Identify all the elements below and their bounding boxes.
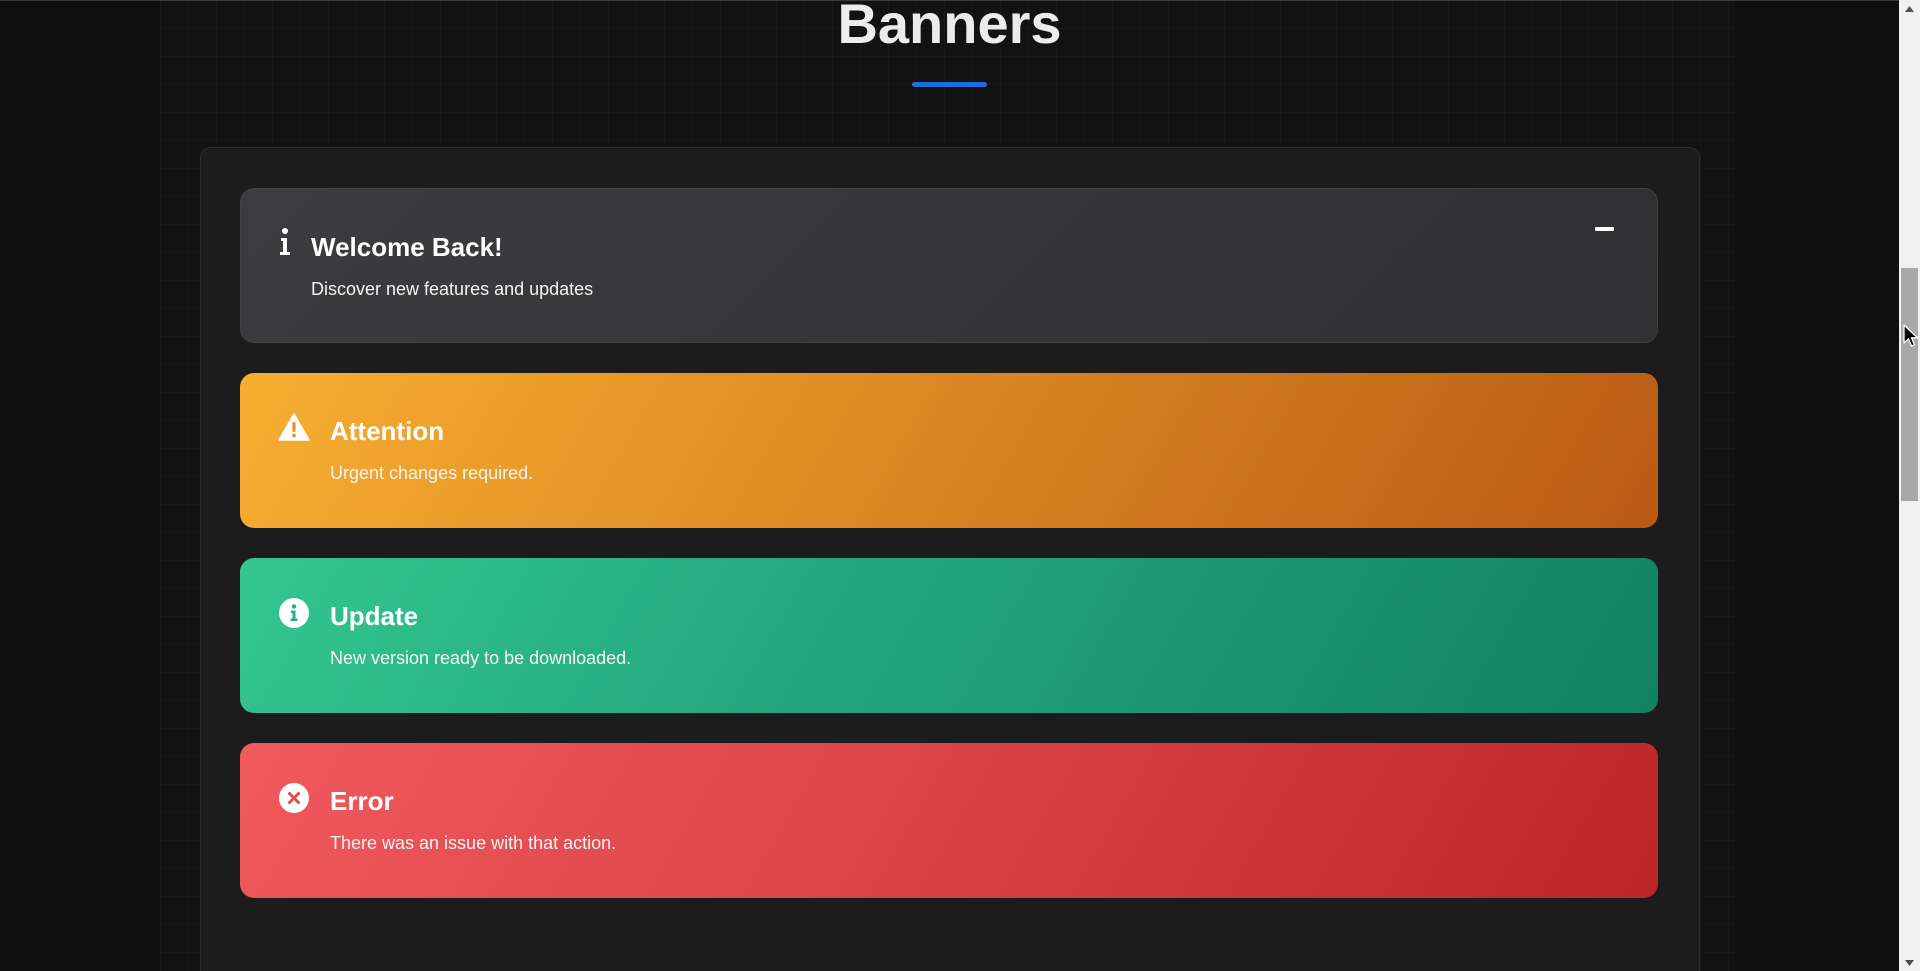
page-viewport: Banners Welcome Back! Discover new featu…	[0, 0, 1899, 971]
banner-message: New version ready to be downloaded.	[330, 648, 632, 668]
scrollbar-thumb[interactable]	[1901, 268, 1918, 501]
minimize-button[interactable]	[1589, 217, 1619, 241]
title-underline	[912, 82, 987, 87]
banner-message: Urgent changes required.	[330, 463, 534, 483]
scroll-up-arrow-icon[interactable]	[1899, 0, 1920, 17]
banner-title: Update	[330, 601, 419, 631]
x-circle-icon	[278, 782, 310, 814]
error-banner: Error There was an issue with that actio…	[240, 743, 1658, 898]
vertical-scrollbar[interactable]	[1899, 0, 1920, 971]
welcome-banner: Welcome Back! Discover new features and …	[240, 188, 1658, 343]
attention-banner: Attention Urgent changes required.	[240, 373, 1658, 528]
info-circle-icon	[278, 597, 310, 629]
banner-message: Discover new features and updates	[311, 279, 594, 299]
info-icon	[275, 226, 295, 258]
banner-message: There was an issue with that action.	[330, 833, 617, 853]
banner-title: Error	[330, 786, 394, 816]
scroll-down-arrow-icon[interactable]	[1899, 954, 1920, 971]
banner-title: Attention	[330, 416, 445, 446]
warning-triangle-icon	[278, 411, 310, 443]
banner-title: Welcome Back!	[311, 232, 503, 262]
minus-icon	[1594, 227, 1614, 231]
page-title: Banners	[837, 0, 1062, 55]
update-banner: Update New version ready to be downloade…	[240, 558, 1658, 713]
